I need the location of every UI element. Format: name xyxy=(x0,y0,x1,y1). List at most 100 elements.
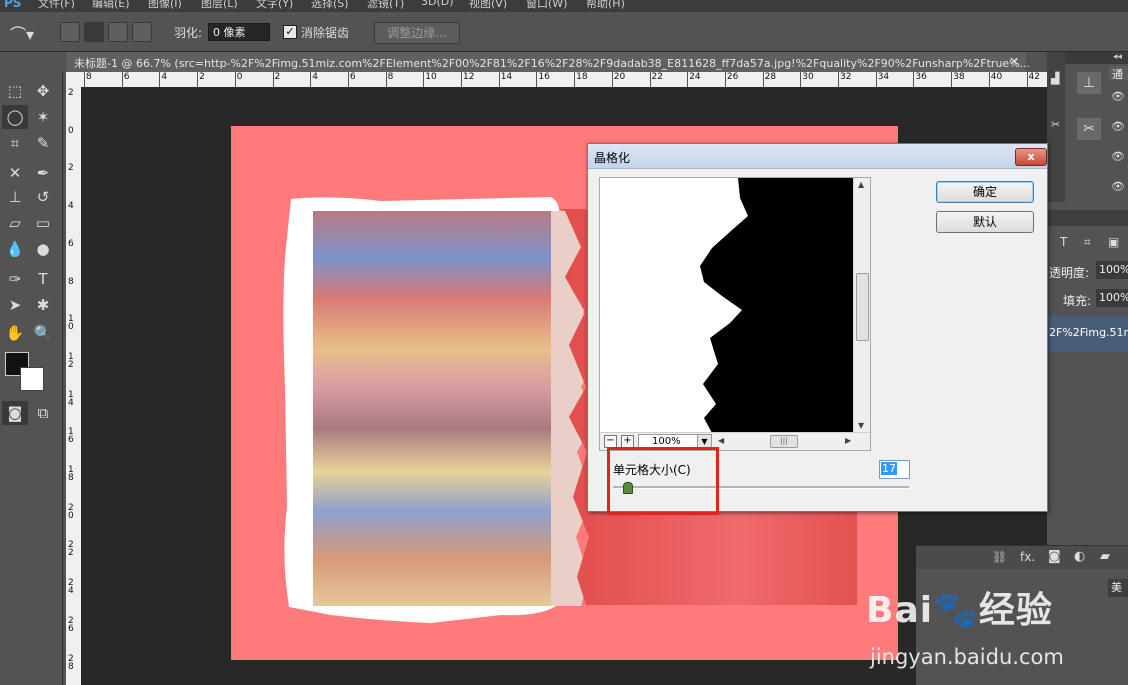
new-selection-icon[interactable] xyxy=(60,22,80,42)
ruler-tick xyxy=(649,72,651,87)
preview-vertical-scrollbar[interactable]: ▲ ▼ xyxy=(853,178,870,433)
magic-wand-icon[interactable]: ✶ xyxy=(30,105,56,129)
menu-file[interactable]: 文件(F) xyxy=(38,0,75,11)
blur-tool-icon[interactable]: 💧 xyxy=(2,237,28,261)
menu-window[interactable]: 窗口(W) xyxy=(526,0,567,11)
cell-size-input[interactable]: 17 xyxy=(879,460,910,479)
fx-icon[interactable]: fx. xyxy=(1020,550,1035,564)
scissors-icon[interactable]: ✂ xyxy=(1077,118,1101,140)
adjustment-icon[interactable]: ◐ xyxy=(1074,549,1085,564)
panel-collapse-icon[interactable]: ◂◂ xyxy=(1065,52,1128,64)
panel-collapse-strip: ▟ ✂ xyxy=(1047,52,1065,202)
menu-layer[interactable]: 图层(L) xyxy=(201,0,238,11)
dialog-title: 晶格化 xyxy=(594,151,631,165)
ruler-tick xyxy=(724,72,726,87)
menu-edit[interactable]: 编辑(E) xyxy=(92,0,130,11)
lasso-tool-icon[interactable]: ◯ xyxy=(2,105,28,129)
zoom-tool-icon[interactable]: 🔍 xyxy=(30,321,56,345)
document-close-icon[interactable]: × xyxy=(1009,54,1019,68)
menu-filter[interactable]: 滤镜(T) xyxy=(367,0,404,11)
folder-icon[interactable]: ▰ xyxy=(1100,549,1110,564)
layer-row[interactable]: 2F%2Fimg.51m xyxy=(1047,316,1128,352)
close-icon[interactable]: x xyxy=(1015,148,1047,166)
ruler-label: 4 xyxy=(161,72,168,82)
stamp-icon[interactable]: ⊥ xyxy=(1077,72,1101,94)
shape-filter-icon[interactable]: ⌗ xyxy=(1084,235,1091,250)
brush-tool-icon[interactable]: ✒ xyxy=(30,161,56,185)
photoshop-logo: PS xyxy=(4,0,22,10)
menu-3d[interactable]: 3D(D) xyxy=(421,0,454,8)
dodge-tool-icon[interactable]: ● xyxy=(30,237,56,261)
menu-image[interactable]: 图像(I) xyxy=(148,0,182,11)
menu-view[interactable]: 视图(V) xyxy=(469,0,507,11)
fill-input[interactable]: 100% xyxy=(1096,289,1128,307)
link-icon[interactable]: ⛓ xyxy=(992,550,1007,564)
ok-button[interactable]: 确定 xyxy=(936,181,1034,203)
eyedropper-icon[interactable]: ✎ xyxy=(30,131,56,155)
path-selection-icon[interactable]: ➤ xyxy=(2,293,28,317)
ruler-label: 4 xyxy=(312,72,318,82)
vertical-scroll-thumb[interactable] xyxy=(856,273,869,341)
hand-tool-icon[interactable]: ✋ xyxy=(2,321,28,345)
ruler-label: 36 xyxy=(915,72,927,82)
scroll-up-icon[interactable]: ▲ xyxy=(858,180,864,189)
refine-edge-button[interactable]: 调整边缘... xyxy=(374,22,460,44)
eye-icon[interactable]: 👁 xyxy=(1111,90,1125,103)
antialias-checkbox[interactable]: ✓ xyxy=(283,25,297,39)
opacity-input[interactable]: 100% xyxy=(1096,261,1128,279)
horizontal-scroll-thumb[interactable]: ||| xyxy=(770,435,798,448)
ruler-tick xyxy=(913,72,915,87)
menu-type[interactable]: 文字(Y) xyxy=(256,0,293,11)
scroll-down-icon[interactable]: ▼ xyxy=(858,421,864,430)
screen-mode-icon[interactable]: ⧉ xyxy=(30,401,56,425)
channels-tab[interactable]: 通 xyxy=(1109,66,1128,81)
type-tool-icon[interactable]: T xyxy=(30,267,56,291)
eye-icon[interactable]: 👁 xyxy=(1111,120,1125,133)
feather-input[interactable]: 0 像素 xyxy=(208,23,270,41)
menu-help[interactable]: 帮助(H) xyxy=(586,0,625,11)
intersect-selection-icon[interactable] xyxy=(132,22,152,42)
ruler-tick xyxy=(461,72,462,87)
ruler-label: 2 xyxy=(68,88,74,98)
tools-icon[interactable]: ✂ xyxy=(1051,118,1063,132)
menu-select[interactable]: 选择(S) xyxy=(311,0,349,11)
watermark-logo: Bai🐾经验 xyxy=(866,590,1053,631)
ruler-label: 30 xyxy=(802,72,814,82)
type-filter-icon[interactable]: T xyxy=(1060,235,1067,249)
pen-tool-icon[interactable]: ✑ xyxy=(2,267,28,291)
ruler-label: 8 xyxy=(68,276,74,287)
ruler-label: 6 xyxy=(68,238,74,249)
history-brush-icon[interactable]: ↺ xyxy=(30,185,56,209)
filter-preview[interactable]: ▲ ▼ − + 100% ▼ ◀ ||| ▶ xyxy=(599,177,871,451)
quick-mask-icon[interactable]: ◙ xyxy=(2,401,28,425)
eraser-icon[interactable]: ▱ xyxy=(2,211,28,235)
crop-tool-icon[interactable]: ⌗ xyxy=(2,131,28,155)
eye-icon[interactable]: 👁 xyxy=(1111,150,1125,163)
document-tab[interactable]: 未标题-1 @ 66.7% (src=http-%2F%2Fimg.51miz.… xyxy=(66,52,1030,73)
default-button[interactable]: 默认 xyxy=(936,211,1034,233)
marquee-tool-icon[interactable]: ⬚ xyxy=(2,79,28,103)
eye-icon[interactable]: 👁 xyxy=(1111,180,1125,193)
add-to-selection-icon[interactable] xyxy=(84,22,104,42)
histogram-icon[interactable]: ▟ xyxy=(1051,72,1063,86)
zoom-value[interactable]: 100% xyxy=(638,434,698,448)
ruler-label: 12 xyxy=(68,351,74,370)
ruler-label: 2 xyxy=(68,163,74,174)
scroll-right-icon[interactable]: ▶ xyxy=(845,436,851,445)
custom-shape-icon[interactable]: ✱ xyxy=(30,293,56,317)
clone-stamp-icon[interactable]: ⊥ xyxy=(2,185,28,209)
lasso-tool-preset-icon[interactable]: ⌒▾ xyxy=(10,21,34,45)
ruler-tick xyxy=(272,72,274,87)
dialog-titlebar[interactable]: 晶格化 x xyxy=(588,144,1047,169)
ruler-tick xyxy=(121,72,123,87)
ruler-label: 14 xyxy=(500,72,513,82)
gradient-tool-icon[interactable]: ▭ xyxy=(30,211,56,235)
ruler-label: 2 xyxy=(274,72,281,82)
background-color-swatch[interactable] xyxy=(20,367,44,391)
mask-icon[interactable]: ◙ xyxy=(1048,549,1061,564)
subtract-from-selection-icon[interactable] xyxy=(108,22,128,42)
scroll-left-icon[interactable]: ◀ xyxy=(718,436,724,445)
healing-brush-icon[interactable]: ✕ xyxy=(2,161,28,185)
move-tool-icon[interactable]: ✥ xyxy=(30,79,56,103)
smart-filter-icon[interactable]: ▣ xyxy=(1108,235,1119,249)
